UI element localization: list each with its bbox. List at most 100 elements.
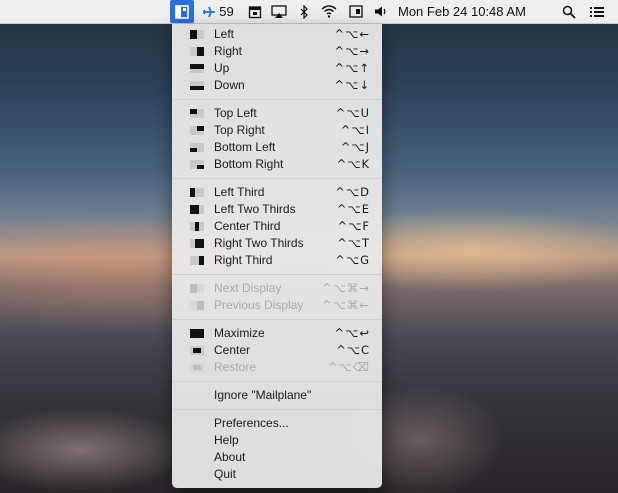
right-half-icon	[190, 47, 204, 56]
menu-item-center-third[interactable]: Center Third ^⌥F	[172, 218, 382, 235]
menu-item-shortcut: ^⌥J	[340, 140, 370, 154]
menu-item-shortcut: ^⌥←	[334, 27, 370, 41]
left-third-icon	[190, 188, 204, 197]
menu-item-maximize[interactable]: Maximize ^⌥↩	[172, 325, 382, 342]
menu-separator	[172, 319, 382, 320]
menu-item-left-two-thirds[interactable]: Left Two Thirds ^⌥E	[172, 201, 382, 218]
menu-item-about[interactable]: About	[172, 449, 382, 466]
menu-item-label: Bottom Left	[214, 140, 276, 154]
menu-item-top-left[interactable]: Top Left ^⌥U	[172, 105, 382, 122]
list-icon[interactable]	[586, 0, 608, 23]
menu-item-label: Next Display	[214, 281, 282, 295]
volume-icon[interactable]	[370, 0, 390, 23]
menu-item-shortcut: ^⌥T	[337, 236, 370, 250]
menu-item-label: Quit	[214, 467, 237, 481]
menu-item-shortcut: ^⌥I	[340, 123, 370, 137]
menu-item-left[interactable]: Left ^⌥←	[172, 26, 382, 43]
menu-item-label: Up	[214, 61, 230, 75]
top-right-icon	[190, 126, 204, 135]
bluetooth-icon[interactable]	[294, 0, 314, 23]
menu-separator	[172, 381, 382, 382]
menu-item-label: Right Two Thirds	[214, 236, 304, 250]
menu-item-top-right[interactable]: Top Right ^⌥I	[172, 122, 382, 139]
menu-item-restore: Restore ^⌥⌫	[172, 359, 382, 376]
menu-item-label: Center Third	[214, 219, 281, 233]
flight-status-item[interactable]: 59	[198, 0, 238, 23]
top-half-icon	[190, 64, 204, 73]
menu-item-help[interactable]: Help	[172, 432, 382, 449]
menu-separator	[172, 99, 382, 100]
menu-item-label: Left	[214, 27, 235, 41]
menu-item-shortcut: ^⌥↑	[334, 61, 370, 75]
menu-item-label: Top Left	[214, 106, 257, 120]
menu-item-shortcut: ^⌥⌫	[327, 360, 370, 374]
bottom-left-icon	[190, 143, 204, 152]
menu-item-shortcut: ^⌥→	[334, 44, 370, 58]
rectangle-dropdown-menu: Left ^⌥← Right ^⌥→ Up ^⌥↑ Down ^⌥↓ Top Left ^⌥U To…	[172, 24, 382, 488]
menu-item-label: Help	[214, 433, 239, 447]
menu-item-label: Previous Display	[214, 298, 304, 312]
menu-item-bottom-right[interactable]: Bottom Right ^⌥K	[172, 156, 382, 173]
calendar-icon[interactable]	[244, 0, 266, 23]
search-icon[interactable]	[558, 0, 580, 23]
menu-item-shortcut: ^⌥G	[335, 253, 370, 267]
menu-bar: 59 Mon Feb 24 10:48 AM	[0, 0, 618, 24]
menu-item-right[interactable]: Right ^⌥→	[172, 43, 382, 60]
maximize-icon	[190, 329, 204, 338]
menu-item-next-display: Next Display ^⌥⌘→	[172, 280, 382, 297]
left-two-thirds-icon	[190, 205, 204, 214]
menu-item-shortcut: ^⌥U	[335, 106, 370, 120]
menu-item-shortcut: ^⌥D	[335, 185, 370, 199]
menu-item-down[interactable]: Down ^⌥↓	[172, 77, 382, 94]
menu-item-label: Center	[214, 343, 251, 357]
menu-item-previous-display: Previous Display ^⌥⌘←	[172, 297, 382, 314]
center-third-icon	[190, 222, 204, 231]
menu-item-quit[interactable]: Quit	[172, 466, 382, 483]
menu-item-label: Preferences...	[214, 416, 289, 430]
menu-separator	[172, 274, 382, 275]
menu-item-label: Restore	[214, 360, 257, 374]
restore-icon	[190, 363, 204, 372]
airplane-icon	[203, 6, 216, 17]
menu-item-label: Right	[214, 44, 243, 58]
menu-separator	[172, 178, 382, 179]
menu-item-shortcut: ^⌥⌘→	[321, 281, 370, 295]
menu-item-shortcut: ^⌥↩	[334, 326, 370, 340]
previous-display-icon	[190, 301, 204, 310]
top-left-icon	[190, 109, 204, 118]
menu-item-label: Maximize	[214, 326, 265, 340]
rectangle-app-icon[interactable]	[170, 0, 194, 23]
menu-item-left-third[interactable]: Left Third ^⌥D	[172, 184, 382, 201]
display-icon[interactable]	[346, 0, 366, 23]
menu-item-up[interactable]: Up ^⌥↑	[172, 60, 382, 77]
clock[interactable]: Mon Feb 24 10:48 AM	[398, 0, 558, 23]
menu-item-ignore-mailplane[interactable]: Ignore "Mailplane"	[172, 387, 382, 404]
menu-item-shortcut: ^⌥⌘←	[321, 298, 370, 312]
menu-item-label: Ignore "Mailplane"	[214, 388, 312, 402]
menu-item-shortcut: ^⌥F	[337, 219, 370, 233]
menu-item-label: Top Right	[214, 123, 265, 137]
menu-item-shortcut: ^⌥C	[336, 343, 370, 357]
menu-item-label: Bottom Right	[214, 157, 284, 171]
menu-separator	[172, 409, 382, 410]
left-half-icon	[190, 30, 204, 39]
menu-item-shortcut: ^⌥K	[336, 157, 370, 171]
menu-item-label: Left Third	[214, 185, 265, 199]
menu-item-center[interactable]: Center ^⌥C	[172, 342, 382, 359]
menu-item-preferences[interactable]: Preferences...	[172, 415, 382, 432]
flight-badge: 59	[219, 4, 234, 19]
menu-item-right-third[interactable]: Right Third ^⌥G	[172, 252, 382, 269]
bottom-half-icon	[190, 81, 204, 90]
menu-item-right-two-thirds[interactable]: Right Two Thirds ^⌥T	[172, 235, 382, 252]
airplay-icon[interactable]	[268, 0, 290, 23]
center-icon	[190, 346, 204, 355]
menu-item-shortcut: ^⌥E	[336, 202, 370, 216]
menu-item-bottom-left[interactable]: Bottom Left ^⌥J	[172, 139, 382, 156]
right-third-icon	[190, 256, 204, 265]
menu-item-label: Right Third	[214, 253, 273, 267]
menu-item-label: About	[214, 450, 246, 464]
bottom-right-icon	[190, 160, 204, 169]
wifi-icon[interactable]	[318, 0, 340, 23]
menu-item-label: Left Two Thirds	[214, 202, 296, 216]
menu-item-label: Down	[214, 78, 245, 92]
